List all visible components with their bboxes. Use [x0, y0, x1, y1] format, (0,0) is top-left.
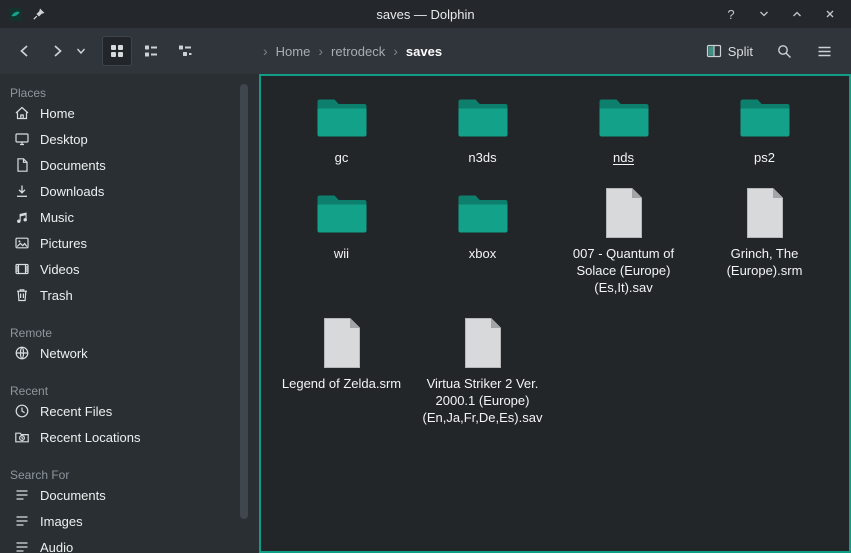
places-panel: PlacesHomeDesktopDocumentsDownloadsMusic…: [0, 74, 250, 553]
file-item-virtua-striker-2-ver-2000-1-europe-en-ja-fr-de-es-sav[interactable]: Virtua Striker 2 Ver. 2000.1 (Europe) (E…: [412, 314, 553, 426]
folder-icon: [316, 184, 368, 242]
details-view-icon: [177, 43, 193, 59]
search-icon: [776, 43, 793, 60]
pin-icon[interactable]: [32, 7, 46, 21]
downloads-icon: [14, 183, 30, 199]
folder-view[interactable]: gcn3dsndsps2 wiixbox007 - Quantum of Sola…: [259, 74, 851, 553]
breadcrumb-item-home[interactable]: Home: [276, 44, 311, 59]
section-header-search-for: Search For: [0, 464, 250, 482]
scrollbar-thumb[interactable]: [240, 84, 248, 519]
dolphin-window: saves — Dolphin ?: [0, 0, 851, 553]
breadcrumb-item-saves[interactable]: saves: [406, 44, 442, 59]
sidebar-item-desktop[interactable]: Desktop: [0, 126, 250, 152]
forward-button[interactable]: [42, 36, 72, 66]
minimize-button[interactable]: [756, 6, 772, 22]
folder-icon: [457, 184, 509, 242]
file-item-legend-of-zelda-srm[interactable]: Legend of Zelda.srm: [271, 314, 412, 392]
videos-icon: [14, 261, 30, 277]
chevron-right-icon: ›: [393, 43, 398, 59]
split-button[interactable]: Split: [700, 39, 759, 63]
titlebar: saves — Dolphin ?: [0, 0, 851, 28]
breadcrumb-item-retrodeck[interactable]: retrodeck: [331, 44, 385, 59]
folder-icon: [457, 88, 509, 146]
menu-button[interactable]: [809, 36, 839, 66]
chevron-right-icon: ›: [318, 43, 323, 59]
folder-item-n3ds[interactable]: n3ds: [412, 88, 553, 166]
hamburger-menu-icon: [816, 43, 833, 60]
sidebar-item-recent-files[interactable]: Recent Files: [0, 398, 250, 424]
icons-view-button[interactable]: [102, 36, 132, 66]
section-header-places: Places: [0, 82, 250, 100]
folder-item-nds[interactable]: nds: [553, 88, 694, 166]
section-header-remote: Remote: [0, 322, 250, 340]
documents-icon: [14, 157, 30, 173]
recent-locations-icon: [14, 429, 30, 445]
network-icon: [14, 345, 30, 361]
music-icon: [14, 209, 30, 225]
sidebar-item-documents[interactable]: Documents: [0, 482, 250, 508]
maximize-button[interactable]: [789, 6, 805, 22]
compact-view-button[interactable]: [136, 36, 166, 66]
split-view-icon: [706, 43, 722, 59]
back-button[interactable]: [10, 36, 40, 66]
history-dropdown-button[interactable]: [74, 36, 88, 66]
search-images-icon: [14, 513, 30, 529]
sidebar-item-network[interactable]: Network: [0, 340, 250, 366]
file-icon: [322, 314, 362, 372]
details-view-button[interactable]: [170, 36, 200, 66]
toolbar: › Home › retrodeck › saves Split: [0, 28, 851, 74]
breadcrumb: › Home › retrodeck › saves: [263, 28, 442, 74]
file-icon: [463, 314, 503, 372]
sidebar-item-pictures[interactable]: Pictures: [0, 230, 250, 256]
sidebar-item-trash[interactable]: Trash: [0, 282, 250, 308]
app-icon: [8, 7, 23, 22]
sidebar-item-documents[interactable]: Documents: [0, 152, 250, 178]
split-button-label: Split: [728, 44, 753, 59]
sidebar-item-recent-locations[interactable]: Recent Locations: [0, 424, 250, 450]
trash-icon: [14, 287, 30, 303]
section-header-recent: Recent: [0, 380, 250, 398]
folder-icon: [316, 88, 368, 146]
folder-item-gc[interactable]: gc: [271, 88, 412, 166]
help-button[interactable]: ?: [723, 6, 739, 22]
pictures-icon: [14, 235, 30, 251]
file-icon: [604, 184, 644, 242]
file-icon: [745, 184, 785, 242]
sidebar-scrollbar[interactable]: [240, 84, 248, 547]
home-icon: [14, 105, 30, 121]
search-button[interactable]: [769, 36, 799, 66]
chevron-down-icon: [76, 47, 86, 55]
folder-item-xbox[interactable]: xbox: [412, 184, 553, 262]
sidebar-item-music[interactable]: Music: [0, 204, 250, 230]
search-documents-icon: [14, 487, 30, 503]
folder-icon: [598, 88, 650, 146]
file-grid: gcn3dsndsps2 wiixbox007 - Quantum of Sola…: [261, 76, 849, 426]
icons-view-icon: [109, 43, 125, 59]
sidebar-item-home[interactable]: Home: [0, 100, 250, 126]
folder-icon: [739, 88, 791, 146]
search-audio-icon: [14, 539, 30, 553]
sidebar-item-audio[interactable]: Audio: [0, 534, 250, 553]
folder-item-ps2[interactable]: ps2: [694, 88, 835, 166]
file-item-grinch-the-europe-srm[interactable]: Grinch, The (Europe).srm: [694, 184, 835, 279]
sidebar-item-downloads[interactable]: Downloads: [0, 178, 250, 204]
sidebar-item-videos[interactable]: Videos: [0, 256, 250, 282]
file-item-007-quantum-of-solace-europe-es-it-sav[interactable]: 007 - Quantum of Solace (Europe) (Es,It)…: [553, 184, 694, 296]
folder-item-wii[interactable]: wii: [271, 184, 412, 262]
compact-view-icon: [143, 43, 159, 59]
desktop-icon: [14, 131, 30, 147]
recent-files-icon: [14, 403, 30, 419]
close-button[interactable]: [822, 6, 838, 22]
sidebar-item-images[interactable]: Images: [0, 508, 250, 534]
chevron-right-icon: ›: [263, 43, 268, 59]
